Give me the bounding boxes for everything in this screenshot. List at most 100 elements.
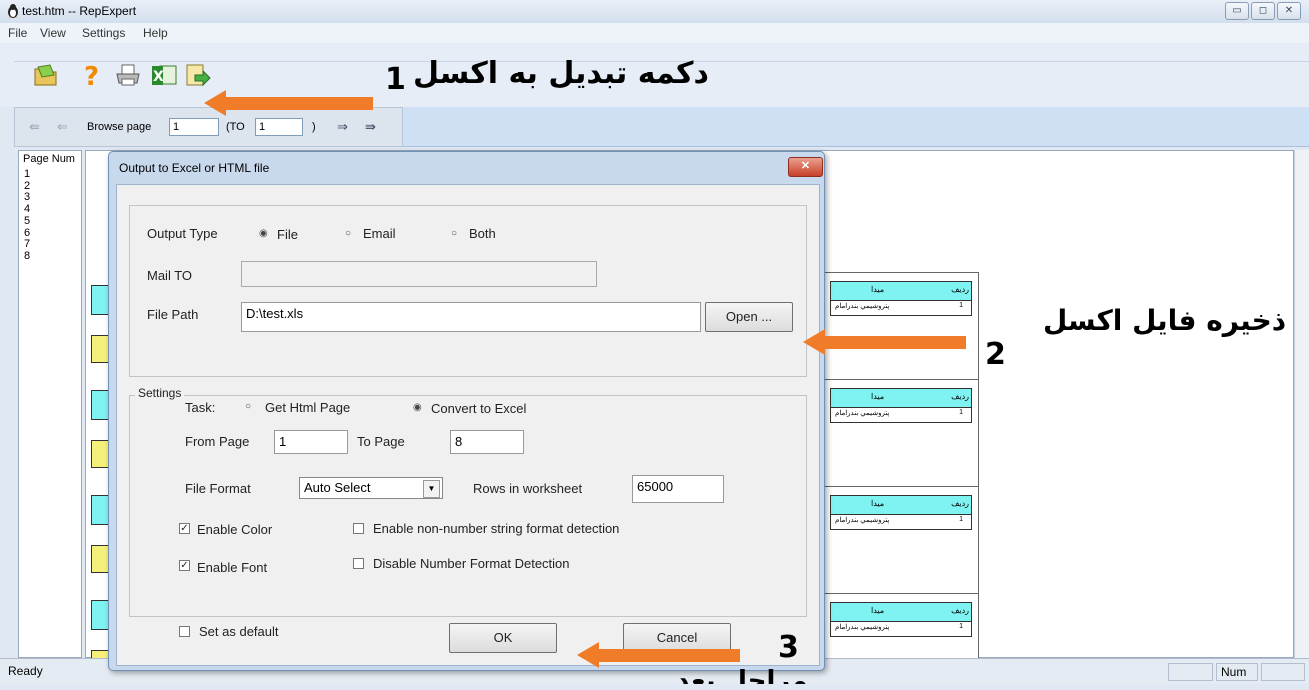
maximize-button[interactable]: ◻ — [1251, 2, 1275, 20]
table-header-cell: رديف — [951, 392, 969, 401]
radio-html-page[interactable]: ○ — [245, 401, 254, 412]
preview-sheet: ميدا رديف پتروشيمي بندرامام 1 — [821, 272, 979, 381]
table-cell: پتروشيمي بندرامام — [835, 517, 890, 524]
table-cell: پتروشيمي بندرامام — [835, 624, 890, 631]
vertical-scrollbar[interactable] — [1294, 150, 1309, 658]
app-icon — [8, 4, 18, 18]
table-cell: 1 — [959, 409, 963, 416]
dialog-title: Output to Excel or HTML file — [119, 161, 270, 175]
enable-font-label[interactable]: Enable Font — [197, 560, 267, 575]
file-format-select[interactable]: Auto Select ▼ — [299, 477, 443, 499]
close-button[interactable]: ✕ — [1277, 2, 1301, 20]
annotation-3-arrowhead — [577, 642, 599, 668]
set-default-checkbox[interactable] — [179, 626, 190, 637]
svg-text:?: ? — [84, 62, 99, 89]
enable-color-label[interactable]: Enable Color — [197, 522, 272, 537]
table-header-cell: ميدا — [871, 285, 885, 294]
annotation-2-number: 2 — [985, 337, 1006, 372]
rows-field[interactable]: 65000 — [632, 475, 724, 503]
enable-font-checkbox[interactable]: ✓ — [179, 560, 190, 571]
from-page-field[interactable]: 1 — [274, 430, 348, 454]
radio-convert-excel-label[interactable]: Convert to Excel — [431, 401, 526, 416]
radio-convert-excel[interactable]: ◉ — [413, 402, 422, 413]
ok-button[interactable]: OK — [449, 623, 557, 653]
table-header-cell: ميدا — [871, 499, 885, 508]
enable-color-checkbox[interactable]: ✓ — [179, 523, 190, 534]
non-number-checkbox[interactable] — [353, 523, 364, 534]
radio-email-label[interactable]: Email — [363, 226, 396, 241]
page-to-input[interactable]: 1 — [255, 118, 303, 136]
radio-email[interactable]: ○ — [345, 228, 354, 239]
chevron-down-icon[interactable]: ▼ — [423, 480, 440, 498]
preview-sheet: ميدا رديف پتروشيمي بندرامام 1 — [821, 379, 979, 488]
file-path-field[interactable]: D:\test.xls — [241, 302, 701, 332]
annotation-3-text: مراحل بعد — [676, 666, 808, 684]
page-list-item[interactable]: 1 — [24, 168, 30, 181]
page-list-header: Page Num — [23, 153, 75, 165]
to-page-field[interactable]: 8 — [450, 430, 524, 454]
to-page-label: To Page — [357, 434, 405, 449]
annotation-2-text: ذخیره فایل اکسل — [1043, 304, 1287, 337]
table-header-cell: ميدا — [871, 606, 885, 615]
navigation-filler — [403, 107, 1309, 147]
annotation-3-arrow — [598, 649, 740, 662]
task-label: Task: — [185, 400, 216, 415]
non-number-label[interactable]: Enable non-number string format detectio… — [373, 521, 619, 536]
mail-to-field[interactable] — [241, 261, 597, 287]
set-default-label[interactable]: Set as default — [199, 624, 279, 639]
output-dialog: Output to Excel or HTML file ✕ Output Ty… — [108, 151, 825, 671]
output-group — [129, 205, 807, 377]
annotation-2-arrowhead — [803, 329, 825, 355]
menu-settings[interactable]: Settings — [82, 26, 125, 40]
page-list-item[interactable]: 5 — [24, 215, 30, 228]
from-page-label: From Page — [185, 434, 250, 449]
window-title: test.htm -- RepExpert — [22, 4, 137, 18]
radio-both-label[interactable]: Both — [469, 226, 496, 241]
close-paren-label: ) — [312, 121, 316, 133]
export-html-icon[interactable] — [183, 61, 211, 89]
help-icon[interactable]: ? — [78, 61, 106, 89]
table-header-cell: ميدا — [871, 392, 885, 401]
menu-file[interactable]: File — [8, 26, 27, 40]
prev-page-icon[interactable]: ⇐ — [57, 119, 68, 135]
next-page-icon[interactable]: ⇒ — [337, 119, 348, 135]
disable-number-label[interactable]: Disable Number Format Detection — [373, 556, 570, 571]
last-page-icon[interactable]: ⇛ — [365, 119, 376, 135]
output-type-label: Output Type — [147, 226, 218, 241]
radio-file[interactable]: ◉ — [259, 228, 268, 239]
window-titlebar: test.htm -- RepExpert ▭ ◻ ✕ — [0, 0, 1309, 23]
table-header-cell: رديف — [951, 499, 969, 508]
page-list-item[interactable]: 8 — [24, 250, 30, 263]
mail-to-label: Mail TO — [147, 268, 193, 283]
annotation-2-arrow — [824, 336, 966, 349]
excel-export-icon[interactable]: X — [150, 61, 178, 89]
open-folder-icon[interactable] — [32, 61, 60, 89]
minimize-button[interactable]: ▭ — [1225, 2, 1249, 20]
table-cell: پتروشيمي بندرامام — [835, 410, 890, 417]
page-list[interactable]: Page Num 1 2 3 4 5 6 7 8 — [18, 150, 82, 658]
printer-icon[interactable] — [114, 61, 142, 89]
menu-help[interactable]: Help — [143, 26, 168, 40]
svg-text:X: X — [153, 69, 164, 85]
annotation-3-number: 3 — [778, 630, 799, 665]
status-cell-empty — [1168, 663, 1213, 681]
browse-page-label: Browse page — [87, 121, 152, 133]
menu-view[interactable]: View — [40, 26, 66, 40]
settings-group — [129, 395, 807, 617]
radio-html-page-label[interactable]: Get Html Page — [265, 400, 350, 415]
table-cell: 1 — [959, 623, 963, 630]
menu-bar: File View Settings Help — [0, 23, 1309, 43]
to-label: (TO — [226, 121, 245, 133]
table-cell: پتروشيمي بندرامام — [835, 303, 890, 310]
settings-legend: Settings — [135, 386, 185, 400]
first-page-icon[interactable]: ⇚ — [29, 119, 40, 135]
dialog-close-button[interactable]: ✕ — [788, 157, 823, 177]
disable-number-checkbox[interactable] — [353, 558, 364, 569]
open-button[interactable]: Open ... — [705, 302, 793, 332]
table-cell: 1 — [959, 516, 963, 523]
radio-both[interactable]: ○ — [451, 228, 460, 239]
radio-file-label[interactable]: File — [277, 227, 298, 242]
file-format-value: Auto Select — [304, 480, 371, 495]
table-cell: 1 — [959, 302, 963, 309]
page-from-input[interactable]: 1 — [169, 118, 219, 136]
